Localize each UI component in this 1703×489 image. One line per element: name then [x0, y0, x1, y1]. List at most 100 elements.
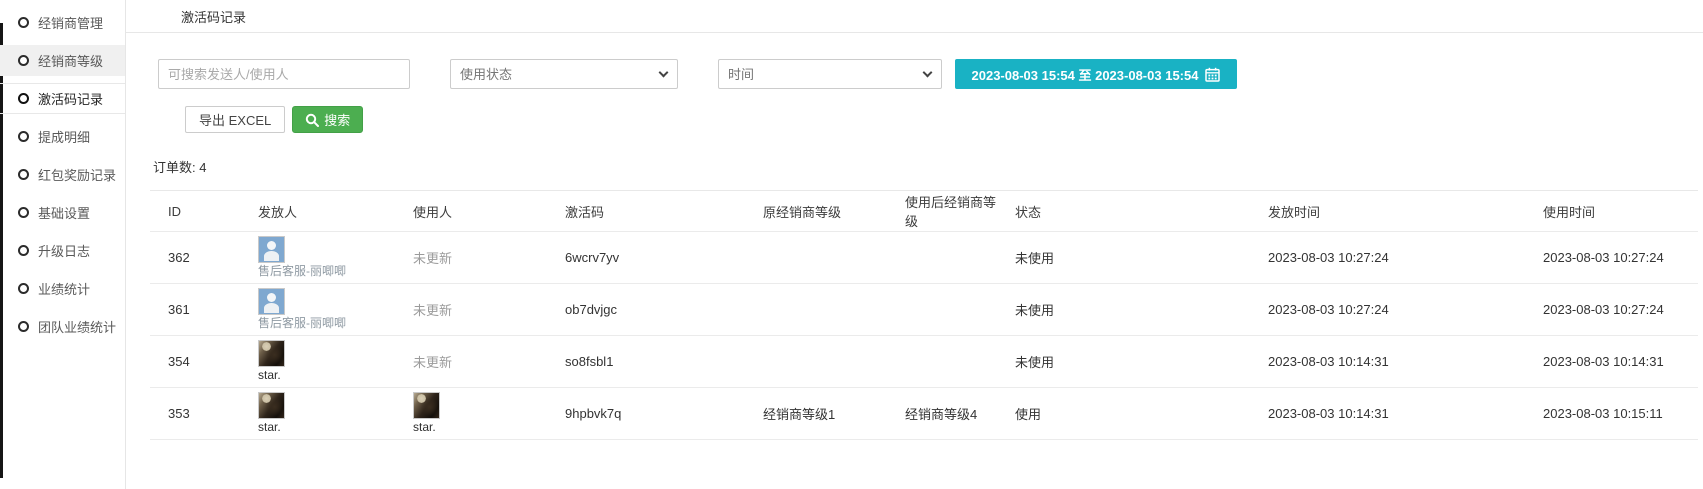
cell-send-time: 2023-08-03 10:27:24 [1260, 284, 1535, 336]
sidebar-item-经销商等级[interactable]: 经销商等级 [0, 45, 125, 76]
status-select[interactable]: 使用状态 [450, 59, 678, 89]
table-row: 354star.未更新so8fsbl1未使用2023-08-03 10:14:3… [150, 336, 1698, 388]
circle-outline-icon [18, 245, 29, 256]
cell-old-level [755, 336, 897, 388]
sidebar-item-团队业绩统计[interactable]: 团队业绩统计 [0, 311, 125, 342]
table-header-row: ID发放人使用人激活码原经销商等级使用后经销商等级状态发放时间使用时间 [150, 191, 1698, 232]
sidebar: 经销商管理经销商等级激活码记录提成明细红包奖励记录基础设置升级日志业绩统计团队业… [0, 0, 126, 489]
table-row: 362 售后客服-丽唧唧 未更新 6wcrv7yv 未使用2023-08-03 10:2… [150, 232, 1698, 284]
cell-new-level [897, 336, 1007, 388]
sender-user[interactable]: star. [258, 340, 285, 383]
cell-sender: star. [250, 388, 405, 440]
sidebar-item-label: 基础设置 [38, 203, 90, 222]
date-range-button[interactable]: 2023-08-03 15:54 至 2023-08-03 15:54 [955, 59, 1237, 89]
cell-use-time: 2023-08-03 10:27:24 [1535, 284, 1698, 336]
cell-id: 353 [150, 388, 250, 440]
avatar[interactable] [258, 288, 285, 315]
circle-outline-icon [18, 93, 29, 104]
cell-status: 使用 [1007, 388, 1260, 440]
sidebar-item-基础设置[interactable]: 基础设置 [0, 197, 125, 228]
date-range-label: 2023-08-03 15:54 至 2023-08-03 15:54 [972, 65, 1199, 84]
cell-receiver: 未更新 [405, 232, 557, 284]
sidebar-item-label: 提成明细 [38, 127, 90, 146]
sidebar-item-label: 经销商管理 [38, 13, 103, 32]
sender-name[interactable]: star. [258, 369, 285, 383]
cell-status: 未使用 [1007, 284, 1260, 336]
sender-name[interactable]: 售后客服-丽唧唧 [258, 317, 346, 331]
sidebar-item-label: 升级日志 [38, 241, 90, 260]
sender-user[interactable]: star. [258, 392, 285, 435]
column-header-发放时间: 发放时间 [1260, 191, 1535, 232]
receiver-name: 未更新 [413, 355, 452, 370]
circle-outline-icon [18, 207, 29, 218]
column-header-使用后经销商等级: 使用后经销商等级 [897, 191, 1007, 232]
column-header-发放人: 发放人 [250, 191, 405, 232]
cell-sender: 售后客服-丽唧唧 [250, 232, 405, 284]
circle-outline-icon [18, 55, 29, 66]
cell-receiver: 未更新 [405, 284, 557, 336]
circle-outline-icon [18, 131, 29, 142]
column-header-使用时间: 使用时间 [1535, 191, 1698, 232]
sidebar-item-提成明细[interactable]: 提成明细 [0, 121, 125, 152]
table-row: 361售后客服-丽唧唧未更新ob7dvjgc未使用2023-08-03 10:2… [150, 284, 1698, 336]
sidebar-item-升级日志[interactable]: 升级日志 [0, 235, 125, 266]
cell-id: 354 [150, 336, 250, 388]
sidebar-item-经销商管理[interactable]: 经销商管理 [0, 7, 125, 38]
receiver-user[interactable]: star. [413, 392, 440, 435]
cell-new-level: 经销商等级4 [897, 388, 1007, 440]
sidebar-item-label: 团队业绩统计 [38, 317, 116, 336]
cell-receiver: 未更新 [405, 336, 557, 388]
sender-user[interactable]: 售后客服-丽唧唧 [258, 236, 346, 279]
time-select[interactable]: 时间 [718, 59, 942, 89]
avatar[interactable] [258, 392, 285, 419]
sidebar-item-label: 激活码记录 [38, 89, 103, 108]
cell-new-level [897, 232, 1007, 284]
search-button-label: 搜索 [324, 110, 350, 129]
order-count-label: 订单数: [153, 160, 196, 175]
main-content: 激活码记录 使用状态 时间 2023-08-03 15:54 至 2023-08… [126, 0, 1703, 489]
sidebar-item-label: 红包奖励记录 [38, 165, 116, 184]
calendar-icon [1205, 67, 1220, 82]
cell-activation-code: 9hpbvk7q [557, 388, 755, 440]
column-header-激活码: 激活码 [557, 191, 755, 232]
avatar[interactable] [413, 392, 440, 419]
cell-id: 362 [150, 232, 250, 284]
receiver-name: 未更新 [413, 251, 452, 266]
export-excel-button[interactable]: 导出 EXCEL [185, 106, 285, 133]
order-count: 订单数: 4 [153, 157, 1703, 176]
sender-name[interactable]: 售后客服-丽唧唧 [258, 265, 346, 279]
cell-activation-code: ob7dvjgc [557, 284, 755, 336]
status-select-wrap: 使用状态 [450, 59, 678, 89]
table-row: 353 star. star. 9hpbvk7q经销商等级1经销商等级4使用 2023-… [150, 388, 1698, 440]
cell-status: 未使用 [1007, 232, 1260, 284]
cell-old-level: 经销商等级1 [755, 388, 897, 440]
receiver-name[interactable]: star. [413, 421, 440, 435]
filter-row: 使用状态 时间 2023-08-03 15:54 至 2023-08-03 15… [158, 59, 1703, 89]
avatar[interactable] [258, 340, 285, 367]
sidebar-item-红包奖励记录[interactable]: 红包奖励记录 [0, 159, 125, 190]
cell-use-time: 2023-08-03 10:15:11 [1535, 388, 1698, 440]
avatar[interactable] [258, 236, 285, 263]
cell-activation-code: so8fsbl1 [557, 336, 755, 388]
column-header-使用人: 使用人 [405, 191, 557, 232]
column-header-状态: 状态 [1007, 191, 1260, 232]
circle-outline-icon [18, 17, 29, 28]
sidebar-item-业绩统计[interactable]: 业绩统计 [0, 273, 125, 304]
search-icon [305, 113, 319, 127]
column-header-原经销商等级: 原经销商等级 [755, 191, 897, 232]
cell-use-time: 2023-08-03 10:14:31 [1535, 336, 1698, 388]
sender-name[interactable]: star. [258, 421, 285, 435]
sender-user[interactable]: 售后客服-丽唧唧 [258, 288, 346, 331]
cell-new-level [897, 284, 1007, 336]
sidebar-item-激活码记录[interactable]: 激活码记录 [0, 83, 125, 114]
circle-outline-icon [18, 283, 29, 294]
cell-sender: 售后客服-丽唧唧 [250, 284, 405, 336]
cell-old-level [755, 284, 897, 336]
time-select-wrap: 时间 [718, 59, 942, 89]
sidebar-menu: 经销商管理经销商等级激活码记录提成明细红包奖励记录基础设置升级日志业绩统计团队业… [0, 7, 125, 342]
search-input[interactable] [158, 59, 410, 89]
search-button[interactable]: 搜索 [292, 106, 363, 133]
cell-send-time: 2023-08-03 10:27:24 [1260, 232, 1535, 284]
cell-id: 361 [150, 284, 250, 336]
cell-activation-code: 6wcrv7yv [557, 232, 755, 284]
